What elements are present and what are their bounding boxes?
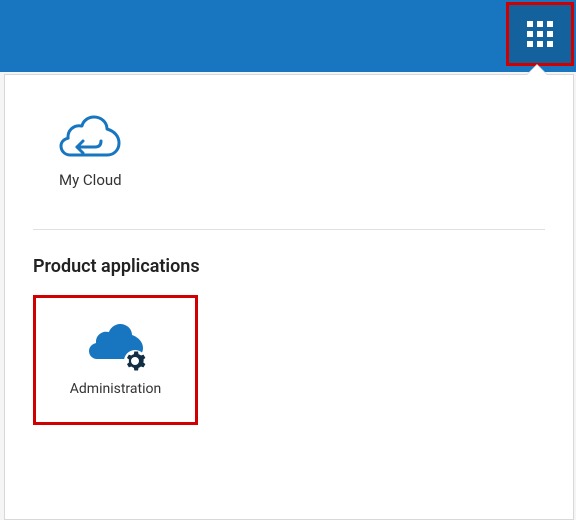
app-switcher-panel: My Cloud Product applications Administra… — [4, 74, 574, 520]
apps-row: Administration — [5, 295, 573, 425]
app-tile-label: Administration — [70, 381, 161, 397]
gear-icon — [123, 349, 147, 373]
header-bar — [0, 0, 576, 72]
quick-access-label: My Cloud — [59, 171, 122, 189]
cloud-arrow-icon — [59, 115, 121, 157]
panel-pointer — [527, 65, 547, 75]
apps-grid-icon — [527, 21, 553, 47]
app-tile-administration[interactable]: Administration — [33, 295, 198, 425]
quick-access-my-cloud[interactable]: My Cloud — [33, 115, 148, 189]
quick-access-section: My Cloud — [5, 75, 573, 229]
product-applications-title: Product applications — [5, 230, 573, 295]
app-switcher-button[interactable] — [506, 2, 574, 66]
cloud-gear-icon — [87, 323, 145, 367]
